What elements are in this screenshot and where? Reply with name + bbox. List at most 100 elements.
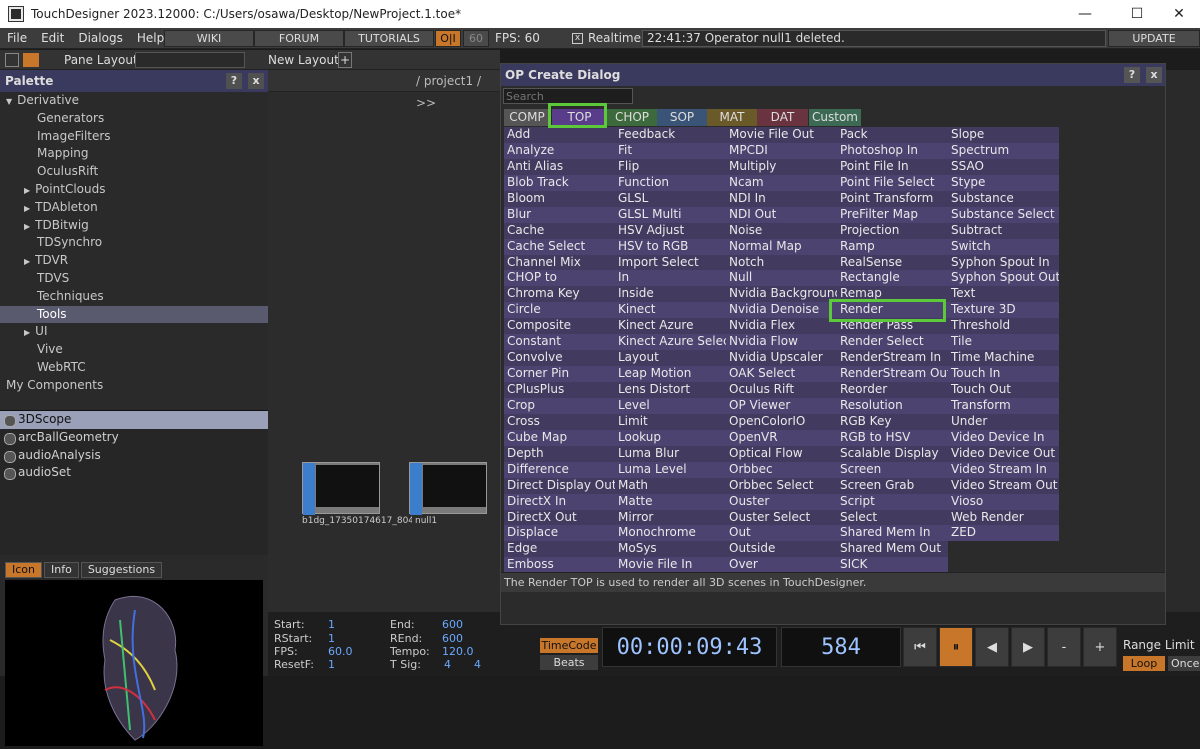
dialog-help-button[interactable]: ? xyxy=(1124,67,1140,83)
operator-item[interactable]: Transform xyxy=(948,397,1059,414)
operator-item[interactable]: Function xyxy=(615,174,726,191)
loop-toggle[interactable]: Loop xyxy=(1123,656,1165,671)
operator-item[interactable]: RenderStream Out xyxy=(837,366,948,382)
operator-item[interactable]: PreFilter Map xyxy=(837,206,948,223)
operator-item[interactable]: OAK Select xyxy=(726,366,837,382)
operator-item[interactable]: Slope xyxy=(948,127,1059,143)
component-item[interactable]: 3DScope xyxy=(0,411,268,429)
tl-tsig-value-2[interactable]: 4 xyxy=(474,658,481,671)
tab-info[interactable]: Info xyxy=(44,562,79,578)
operator-item[interactable]: Video Stream In xyxy=(948,461,1059,478)
tree-item[interactable]: Mapping xyxy=(0,145,268,163)
tree-item[interactable]: Vive xyxy=(0,341,268,359)
operator-item[interactable]: NDI In xyxy=(726,190,837,207)
tab-icon[interactable]: Icon xyxy=(5,562,42,578)
operator-item[interactable]: Shared Mem Out xyxy=(837,541,948,558)
tree-item[interactable]: TDSynchro xyxy=(0,234,268,252)
operator-item[interactable]: Video Stream Out xyxy=(948,477,1059,494)
operator-item[interactable]: Projection xyxy=(837,222,948,239)
tl-tsig-val1[interactable]: 4 xyxy=(444,658,451,671)
operator-item[interactable]: Notch xyxy=(726,254,837,271)
tree-item[interactable]: ▶ TDBitwig xyxy=(0,217,268,235)
operator-item[interactable]: Limit xyxy=(615,413,726,430)
operator-item[interactable]: Movie File In xyxy=(615,557,726,574)
operator-item[interactable]: Photoshop In xyxy=(837,142,948,159)
tl-rend-val[interactable]: 600 xyxy=(442,632,463,645)
operator-item[interactable]: Threshold xyxy=(948,318,1059,335)
tree-item[interactable]: Generators xyxy=(0,110,268,128)
tree-item[interactable]: OculusRift xyxy=(0,163,268,181)
operator-item[interactable]: Point Transform xyxy=(837,190,948,207)
tl-start-val[interactable]: 1 xyxy=(328,618,335,631)
operator-item[interactable]: OpenVR xyxy=(726,429,837,446)
operator-item[interactable]: Nvidia Background xyxy=(726,286,837,303)
component-item[interactable]: audioSet xyxy=(0,464,268,482)
tree-item[interactable]: ▼ Derivative xyxy=(0,92,268,110)
operator-item[interactable]: NDI Out xyxy=(726,206,837,223)
operator-item[interactable]: Optical Flow xyxy=(726,445,837,462)
tl-end-val[interactable]: 600 xyxy=(442,618,463,631)
operator-item[interactable]: Touch Out xyxy=(948,382,1059,398)
operator-item[interactable]: Touch In xyxy=(948,366,1059,382)
operator-item[interactable]: Ouster xyxy=(726,493,837,510)
operator-item[interactable]: Nvidia Flex xyxy=(726,318,837,335)
layout-buttons[interactable] xyxy=(135,52,245,68)
family-tab-mat[interactable]: MAT xyxy=(707,109,757,126)
operator-item[interactable]: Flip xyxy=(615,158,726,175)
operator-item[interactable]: Shared Mem In xyxy=(837,525,948,542)
operator-item[interactable]: Multiply xyxy=(726,158,837,175)
tree-item[interactable]: Techniques xyxy=(0,288,268,306)
family-tab-sop[interactable]: SOP xyxy=(657,109,707,126)
node-handle[interactable] xyxy=(303,463,315,515)
operator-item[interactable]: Orbbec xyxy=(726,461,837,478)
tl-tsig-val2[interactable]: 4 xyxy=(474,658,481,671)
operator-item[interactable]: Anti Alias xyxy=(504,158,615,175)
operator-item[interactable]: Chroma Key xyxy=(504,286,615,303)
operator-item[interactable]: Screen xyxy=(837,461,948,478)
operator-item[interactable]: HSV to RGB xyxy=(615,238,726,255)
operator-item[interactable]: Analyze xyxy=(504,142,615,159)
operator-item[interactable]: Edge xyxy=(504,541,615,558)
add-layout-button[interactable]: + xyxy=(338,52,352,68)
rewind-button[interactable]: ⏮ xyxy=(903,627,937,667)
palette-close-button[interactable]: x xyxy=(248,73,264,89)
operator-item[interactable]: Depth xyxy=(504,445,615,462)
operator-item[interactable]: RGB to HSV xyxy=(837,429,948,446)
operator-item[interactable]: Cross xyxy=(504,413,615,430)
plus-button[interactable]: + xyxy=(1083,627,1117,667)
forum-button[interactable]: FORUM xyxy=(254,30,344,47)
operator-item[interactable]: Ouster Select xyxy=(726,509,837,526)
operator-item[interactable]: Web Render xyxy=(948,509,1059,526)
operator-item[interactable]: OP Viewer xyxy=(726,397,837,414)
operator-item[interactable]: Composite xyxy=(504,318,615,335)
operator-item[interactable]: Nvidia Denoise xyxy=(726,302,837,319)
operator-item[interactable]: Texture 3D xyxy=(948,302,1059,319)
operator-item[interactable]: RenderStream In xyxy=(837,350,948,367)
operator-item[interactable]: Orbbec Select xyxy=(726,477,837,494)
once-toggle[interactable]: Once xyxy=(1168,656,1200,671)
operator-item[interactable]: Ncam xyxy=(726,174,837,191)
operator-item[interactable]: MPCDI xyxy=(726,142,837,159)
tree-item[interactable]: ImageFilters xyxy=(0,128,268,146)
operator-item[interactable]: Mirror xyxy=(615,509,726,526)
network-editor[interactable]: / project1 / >> b1dg_17350174617_804940 … xyxy=(268,70,500,612)
operator-item[interactable]: Reorder xyxy=(837,382,948,398)
tl-end-value[interactable]: 600 xyxy=(442,618,463,631)
operator-item[interactable]: CPlusPlus xyxy=(504,382,615,398)
tree-item[interactable]: My Components xyxy=(0,377,268,395)
operator-item[interactable]: Direct Display Out xyxy=(504,477,615,494)
component-item[interactable]: audioAnalysis xyxy=(0,447,268,465)
operator-item[interactable]: Stype xyxy=(948,174,1059,191)
frame-display[interactable]: 584 xyxy=(781,627,901,667)
operator-item[interactable]: Difference xyxy=(504,461,615,478)
operator-item[interactable]: Luma Level xyxy=(615,461,726,478)
operator-item[interactable]: Channel Mix xyxy=(504,254,615,271)
operator-item[interactable]: Cube Map xyxy=(504,429,615,446)
operator-item[interactable]: RGB Key xyxy=(837,413,948,430)
operator-item[interactable]: Leap Motion xyxy=(615,366,726,382)
tab-suggestions[interactable]: Suggestions xyxy=(80,562,163,578)
tl-tempo-val[interactable]: 120.0 xyxy=(442,645,474,658)
collapse-arrow-icon[interactable]: ▶ xyxy=(24,186,30,195)
operator-item[interactable]: Outside xyxy=(726,541,837,558)
op-node-null1[interactable] xyxy=(409,462,487,515)
